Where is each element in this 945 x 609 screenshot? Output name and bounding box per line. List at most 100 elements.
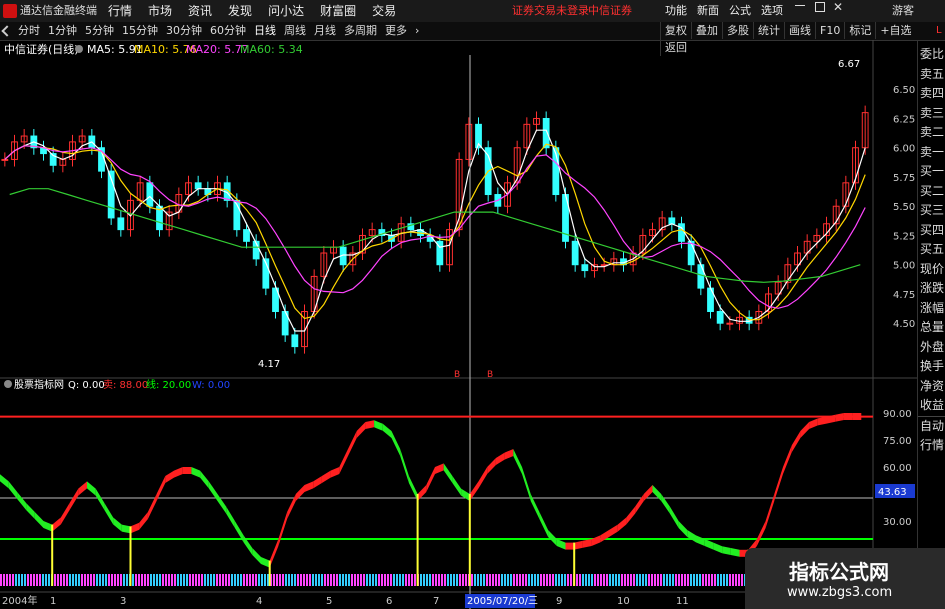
tool-button[interactable]: F10 (815, 22, 844, 39)
tab-period[interactable]: 多周期 (340, 22, 381, 40)
side-item[interactable]: 净资 (918, 377, 945, 397)
volume-bar (294, 574, 296, 586)
moving-average-lines (4, 129, 866, 332)
indicator-segment (130, 522, 140, 534)
menu-item[interactable]: 功能 (660, 0, 692, 22)
volume-bar (660, 574, 662, 586)
tab-period[interactable]: 60分钟 (206, 22, 250, 40)
volume-bar (393, 574, 395, 586)
tab-period[interactable]: 30分钟 (162, 22, 206, 40)
maximize-icon[interactable] (815, 2, 825, 12)
tab-period[interactable]: 月线 (310, 22, 340, 40)
user-label[interactable]: 游客 (892, 0, 914, 22)
indicator-segment (139, 512, 148, 530)
side-item[interactable]: 自动 (918, 415, 945, 437)
volume-bar (120, 574, 122, 586)
tab-period[interactable]: 5分钟 (81, 22, 118, 40)
side-item[interactable]: 买四 (918, 221, 945, 241)
menu-item[interactable]: 选项 (756, 0, 788, 22)
indicator-segment (330, 467, 340, 478)
side-item[interactable]: 总量 (918, 318, 945, 338)
chevron-right-icon[interactable]: › (411, 22, 423, 40)
volume-bar (648, 574, 650, 586)
price-tick: 6.25 (893, 114, 915, 125)
menu-item[interactable]: 行情 (100, 0, 140, 22)
tool-button[interactable]: 多股 (722, 22, 753, 39)
volume-bar (372, 574, 374, 586)
volume-bar (0, 574, 2, 586)
close-icon[interactable]: ✕ (833, 0, 843, 14)
side-item[interactable]: 卖五 (918, 65, 945, 85)
tab-period[interactable]: 1分钟 (44, 22, 81, 40)
side-item[interactable]: 委比 (918, 45, 945, 65)
side-item[interactable]: 卖三 (918, 104, 945, 124)
settings-icon[interactable] (75, 45, 83, 53)
volume-bar (492, 574, 494, 586)
side-item[interactable]: 买五 (918, 240, 945, 260)
volume-bar (693, 574, 695, 586)
volume-bar (321, 574, 323, 586)
menu-item[interactable]: 交易 (364, 0, 404, 22)
login-notice[interactable]: 证券交易未登录 (512, 0, 589, 22)
tool-button[interactable]: 统计 (753, 22, 784, 39)
menu-item[interactable]: 发现 (220, 0, 260, 22)
chart-area[interactable]: 中信证券(日线) MA5: 5.91 MA10: 5.76 MA20: 5.77… (0, 40, 917, 609)
volume-bar (420, 574, 422, 586)
minimize-icon[interactable] (795, 5, 805, 6)
side-item[interactable]: 收益 (918, 396, 945, 416)
side-item[interactable]: 卖二 (918, 123, 945, 143)
side-item[interactable]: 买一 (918, 162, 945, 182)
side-item[interactable]: 涨跌 (918, 279, 945, 299)
volume-bar (111, 574, 113, 586)
menu-item[interactable]: 资讯 (180, 0, 220, 22)
menu-item[interactable]: 新面 (692, 0, 724, 22)
tab-period[interactable]: 15分钟 (118, 22, 162, 40)
volume-bar (78, 574, 80, 586)
side-item[interactable]: 买二 (918, 182, 945, 202)
date-tick: 6 (386, 596, 392, 607)
indicator-segment (730, 548, 740, 557)
side-item[interactable]: 卖一 (918, 143, 945, 163)
volume-bar (510, 574, 512, 586)
menu-item[interactable]: 财富圈 (312, 0, 364, 22)
volume-bar (708, 574, 710, 586)
indicator-series (0, 413, 862, 568)
tool-button[interactable]: 标记 (844, 22, 875, 39)
side-item[interactable]: 行情 (918, 436, 945, 456)
indicator-segment (548, 530, 557, 546)
volume-bar (444, 574, 446, 586)
menu-item[interactable]: 公式 (724, 0, 756, 22)
indicator-segment (565, 542, 575, 550)
tool-button[interactable]: 画线 (784, 22, 815, 39)
indicator-segment (382, 423, 392, 438)
back-arrow-icon[interactable] (1, 25, 13, 37)
volume-bar (738, 574, 740, 586)
volume-bar (336, 574, 338, 586)
volume-bar (699, 574, 701, 586)
menu-item[interactable]: 市场 (140, 0, 180, 22)
tab-period[interactable]: 分时 (14, 22, 44, 40)
side-item[interactable]: 换手 (918, 357, 945, 377)
side-item[interactable]: 买三 (918, 201, 945, 221)
tab-period-active[interactable]: 日线 (250, 22, 280, 40)
volume-bar (474, 574, 476, 586)
indicator-segment (313, 476, 322, 489)
volume-bar (258, 574, 260, 586)
indicator-segment (174, 467, 183, 478)
side-item[interactable]: 涨幅 (918, 299, 945, 319)
tab-period[interactable]: 周线 (280, 22, 310, 40)
volume-bar (153, 574, 155, 586)
menu-item[interactable]: 问小达 (260, 0, 312, 22)
indicator-segment (835, 413, 844, 422)
side-item[interactable]: 卖四 (918, 84, 945, 104)
settings-icon[interactable] (4, 380, 12, 388)
tool-button[interactable]: 复权 (660, 22, 691, 39)
volume-bar (165, 574, 167, 586)
side-item[interactable]: 现价 (918, 260, 945, 280)
volume-bar (342, 574, 344, 586)
tab-period[interactable]: 更多 (381, 22, 411, 40)
side-item[interactable]: 外盘 (918, 338, 945, 358)
tool-button[interactable]: +自选 (875, 22, 915, 39)
tool-button[interactable]: 叠加 (691, 22, 722, 39)
indicator-segment (17, 492, 27, 510)
